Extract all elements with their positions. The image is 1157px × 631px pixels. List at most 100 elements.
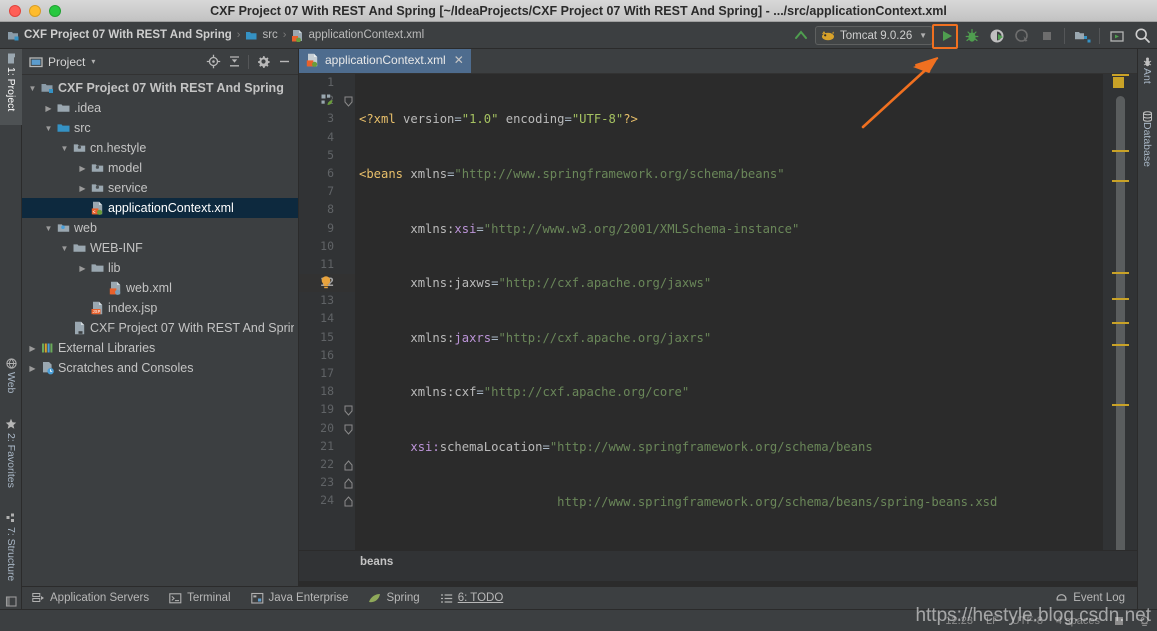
select-target-button[interactable] — [1106, 25, 1128, 47]
stop-button[interactable] — [1036, 25, 1058, 47]
warning-marker[interactable] — [1112, 344, 1129, 346]
gutter-line: 7 — [299, 183, 355, 201]
debug-button[interactable] — [961, 25, 983, 47]
tree-item-lib[interactable]: ▶ lib — [22, 258, 298, 278]
chevron-down-icon[interactable]: ▼ — [919, 31, 927, 40]
fold-marker[interactable] — [344, 460, 353, 471]
editor-marker-gutter[interactable] — [1103, 74, 1137, 581]
breadcrumb-item-src[interactable]: src — [245, 29, 278, 42]
hide-icon[interactable] — [274, 52, 294, 72]
run-coverage-button[interactable] — [986, 25, 1008, 47]
inspection-icon[interactable] — [1138, 615, 1151, 628]
warning-marker[interactable] — [1112, 180, 1129, 182]
gutter-line: 1 — [299, 74, 355, 92]
warning-marker[interactable] — [1112, 298, 1129, 300]
search-everywhere-button[interactable] — [1131, 25, 1153, 47]
chevron-right-icon[interactable]: ▶ — [26, 364, 39, 373]
bottom-tab-application-servers[interactable]: Application Servers — [32, 592, 149, 605]
fold-marker[interactable] — [344, 478, 353, 489]
toolbar-divider — [1064, 27, 1065, 44]
warning-marker[interactable] — [1112, 74, 1129, 76]
chevron-down-icon[interactable]: ▼ — [42, 124, 55, 133]
bottom-tab-java-enterprise[interactable]: Java Enterprise — [250, 592, 348, 605]
chevron-down-icon[interactable]: ▾ — [91, 57, 95, 66]
chevron-right-icon[interactable]: ▶ — [76, 264, 89, 273]
tree-item-iml[interactable]: CXF Project 07 With REST And Spring.iml — [22, 318, 298, 338]
close-window-button[interactable] — [9, 4, 21, 17]
warning-marker[interactable] — [1112, 272, 1129, 274]
tree-item-package-service[interactable]: ▶ service — [22, 178, 298, 198]
bottom-tab-todo[interactable]: 6: TODO — [440, 592, 503, 605]
chevron-right-icon[interactable]: ▶ — [42, 104, 55, 113]
collapse-all-icon[interactable] — [224, 52, 244, 72]
profile-button[interactable] — [1011, 25, 1033, 47]
warning-marker[interactable] — [1112, 150, 1129, 152]
sidebar-item-ant[interactable]: Ant — [1137, 53, 1157, 97]
run-configuration-selector[interactable]: Tomcat 9.0.26 ▼ — [815, 26, 933, 45]
chevron-down-icon[interactable]: ▼ — [26, 84, 39, 93]
line-number: 16 — [320, 347, 334, 362]
caret-position[interactable]: 12:23 — [945, 615, 973, 627]
fold-marker[interactable] — [344, 424, 353, 435]
editor-gutter[interactable]: 1 2 3 4 5 6 7 8 9 10 11 13 14 15 16 17 1… — [299, 74, 355, 581]
bottom-tab-spring[interactable]: Spring — [368, 592, 420, 605]
breadcrumb-item-file[interactable]: applicationContext.xml — [291, 29, 424, 42]
event-log-button[interactable]: Event Log — [1055, 591, 1125, 604]
tree-item-package-model[interactable]: ▶ model — [22, 158, 298, 178]
warning-marker[interactable] — [1112, 404, 1129, 406]
tree-item-web-inf[interactable]: ▼ WEB-INF — [22, 238, 298, 258]
chevron-right-icon[interactable]: ▶ — [26, 344, 39, 353]
line-separator[interactable]: LF — [986, 615, 999, 627]
editor-breadcrumb-beans[interactable]: beans — [360, 556, 393, 568]
tree-item-web[interactable]: ▼ web — [22, 218, 298, 238]
chevron-down-icon[interactable]: ▼ — [42, 224, 55, 233]
project-panel-title-group[interactable]: Project ▾ — [29, 55, 95, 69]
fold-marker[interactable] — [344, 96, 353, 107]
code-editor[interactable]: 1 2 3 4 5 6 7 8 9 10 11 13 14 15 16 17 1… — [299, 74, 1137, 581]
tree-item-external-libraries[interactable]: ▶ External Libraries — [22, 338, 298, 358]
maximize-window-button[interactable] — [49, 4, 61, 17]
settings-gear-icon[interactable] — [253, 52, 273, 72]
toolbar-divider2 — [1099, 27, 1100, 44]
chevron-right-icon[interactable]: ▶ — [76, 184, 89, 193]
indent-setting[interactable]: 4 spaces — [1056, 615, 1100, 627]
tree-item-scratches[interactable]: ▶ Scratches and Consoles — [22, 358, 298, 378]
sidebar-item-web[interactable]: Web — [0, 354, 22, 402]
code-content[interactable]: <?xml version="1.0" encoding="UTF-8"?> <… — [355, 74, 1103, 581]
tree-item-project-root[interactable]: ▼ CXF Project 07 With REST And Spring — [22, 78, 298, 98]
close-icon[interactable]: ✕ — [454, 53, 464, 67]
back-arrow-icon[interactable] — [790, 25, 812, 47]
panel-divider — [248, 54, 249, 69]
editor-tab-applicationcontext-xml[interactable]: applicationContext.xml ✕ — [299, 49, 471, 73]
minimize-window-button[interactable] — [29, 4, 41, 17]
lightbulb-icon[interactable] — [319, 275, 333, 290]
inspection-status-marker[interactable] — [1113, 77, 1124, 88]
run-button[interactable] — [936, 25, 958, 47]
bottom-tab-terminal[interactable]: Terminal — [169, 592, 231, 605]
fold-marker[interactable] — [344, 496, 353, 507]
project-structure-button[interactable] — [1071, 25, 1093, 47]
tree-item-index-jsp[interactable]: JSP index.jsp — [22, 298, 298, 318]
spring-bean-icon[interactable] — [321, 94, 334, 107]
locate-icon[interactable] — [203, 52, 223, 72]
read-only-icon[interactable] — [1113, 615, 1125, 627]
sidebar-item-project[interactable]: 1: Project — [0, 49, 22, 125]
tree-item-applicationcontext-xml[interactable]: < applicationContext.xml — [22, 198, 298, 218]
editor-scrollbar-thumb[interactable] — [1116, 96, 1125, 559]
tree-item-package-cn-hestyle[interactable]: ▼ cn.hestyle — [22, 138, 298, 158]
warning-marker[interactable] — [1112, 322, 1129, 324]
tree-item-src[interactable]: ▼ src — [22, 118, 298, 138]
chevron-down-icon[interactable]: ▼ — [58, 144, 71, 153]
chevron-down-icon[interactable]: ▼ — [58, 244, 71, 253]
line-number: 9 — [327, 220, 334, 235]
fold-marker[interactable] — [344, 405, 353, 417]
sidebar-item-favorites[interactable]: 2: Favorites — [0, 414, 22, 500]
sidebar-item-database[interactable]: Database — [1137, 107, 1157, 185]
file-encoding[interactable]: UTF-8 — [1012, 615, 1043, 627]
breadcrumb-item-project[interactable]: CXF Project 07 With REST And Spring — [7, 29, 232, 42]
sidebar-item-structure[interactable]: 7: Structure — [0, 509, 22, 597]
tree-item-idea[interactable]: ▶ .idea — [22, 98, 298, 118]
chevron-right-icon[interactable]: ▶ — [76, 164, 89, 173]
editor-scrollbar-track[interactable] — [1115, 94, 1126, 577]
tree-item-web-xml[interactable]: web.xml — [22, 278, 298, 298]
